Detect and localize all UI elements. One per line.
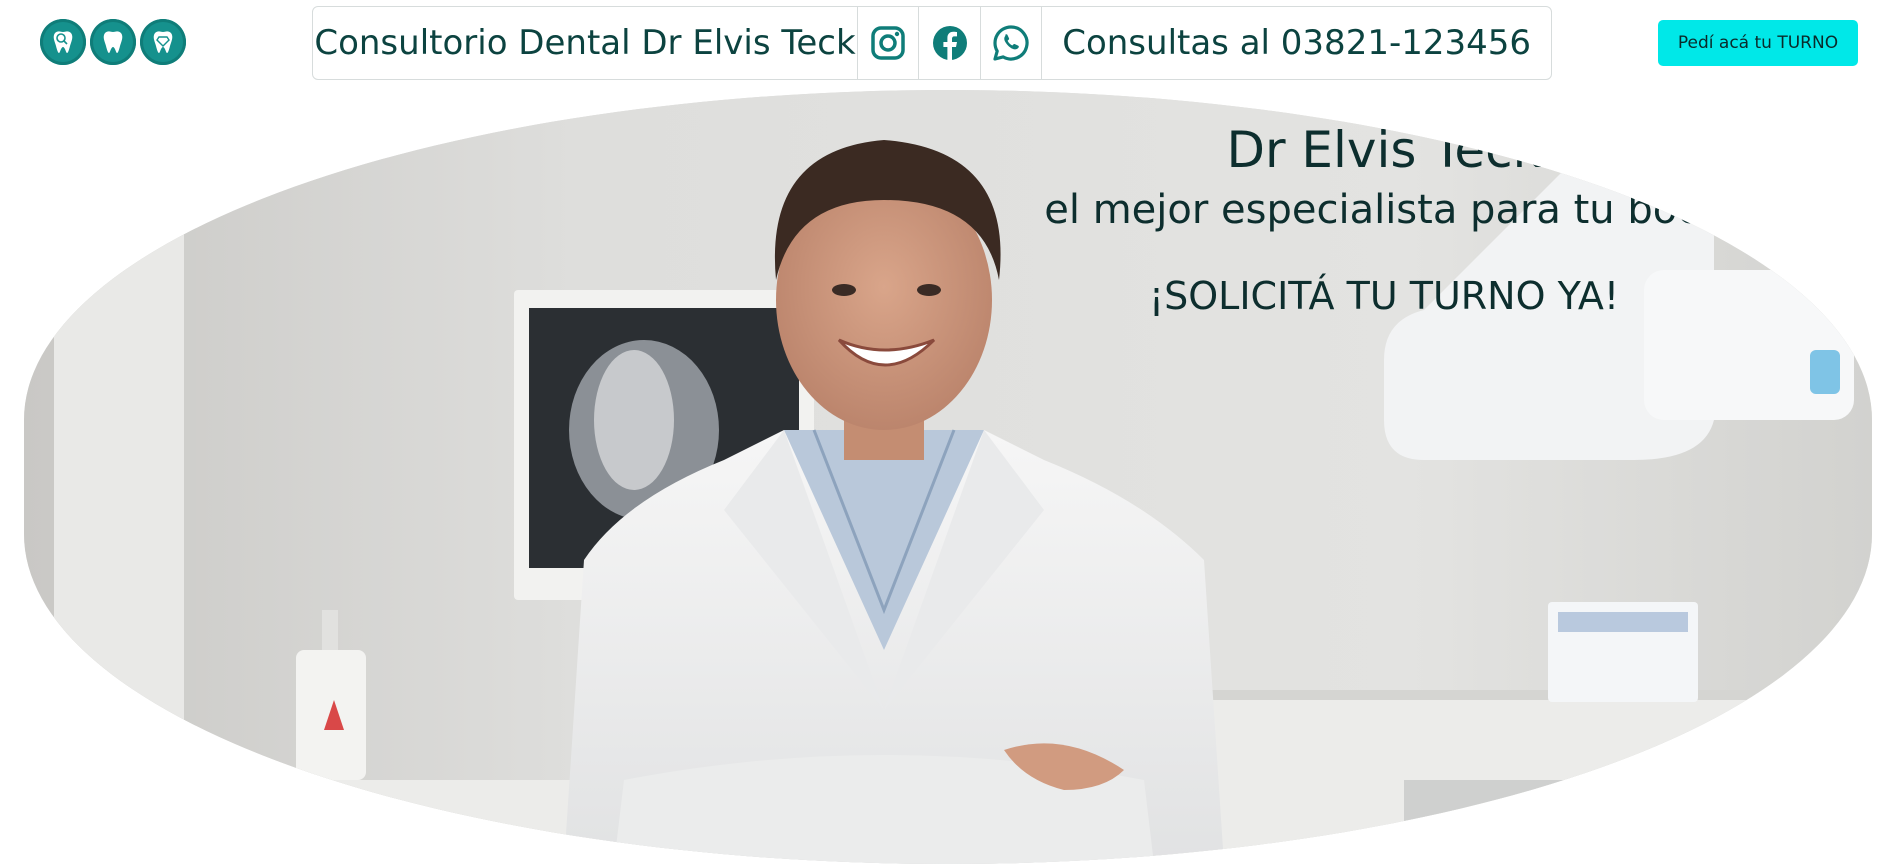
hero-tagline: el mejor especialista para tu boca	[1044, 187, 1724, 233]
hero-text: Dr Elvis Teck el mejor especialista para…	[1044, 120, 1724, 320]
tooth-diamond-icon	[140, 19, 186, 65]
request-appointment-button[interactable]: Pedí acá tu TURNO	[1658, 20, 1858, 66]
page: Consultorio Dental Dr Elvis Teck Consult…	[0, 0, 1893, 864]
hero-banner: Dr Elvis Teck el mejor especialista para…	[24, 90, 1872, 864]
facebook-link[interactable]	[919, 7, 981, 79]
whatsapp-link[interactable]	[981, 7, 1043, 79]
tooth-magnifier-icon	[40, 19, 86, 65]
tooth-icon	[90, 19, 136, 65]
whatsapp-icon	[993, 25, 1029, 61]
site-title: Consultorio Dental Dr Elvis Teck	[313, 7, 858, 79]
phone-contact[interactable]: Consultas al 03821-123456	[1042, 7, 1551, 79]
instagram-link[interactable]	[858, 7, 920, 79]
logo[interactable]	[40, 19, 186, 65]
info-bar: Consultorio Dental Dr Elvis Teck Consult…	[312, 6, 1552, 80]
doctor-name: Dr Elvis Teck	[1226, 121, 1542, 179]
facebook-icon	[932, 26, 967, 60]
hero-cta: ¡SOLICITÁ TU TURNO YA!	[1148, 274, 1620, 318]
instagram-icon	[871, 26, 905, 60]
